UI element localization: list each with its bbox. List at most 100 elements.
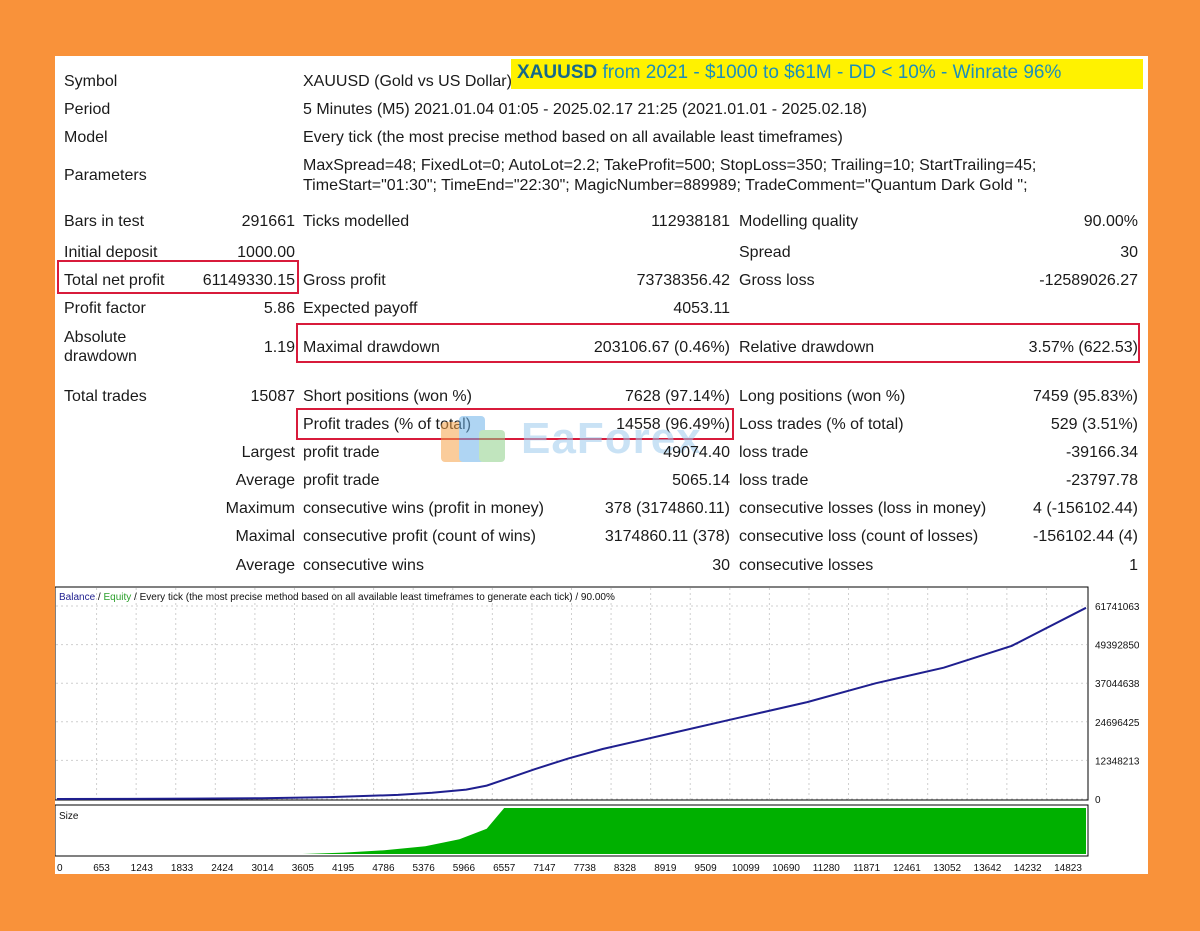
x-tick-label: 1833: [171, 863, 194, 874]
x-tick-label: 8328: [614, 863, 637, 874]
max-wins-value: 378 (3174860.11): [604, 500, 730, 517]
x-tick-label: 3014: [251, 863, 274, 874]
eaforex-watermark: EaForex: [435, 412, 775, 472]
avg-wins-label: consecutive wins: [303, 557, 424, 574]
x-tick-label: 13052: [933, 863, 961, 874]
profit-factor-value: 5.86: [263, 300, 295, 317]
quality-label: Modelling quality: [739, 213, 859, 230]
symbol-value: XAUUSD (Gold vs US Dollar): [303, 73, 512, 90]
x-tick-label: 4195: [332, 863, 355, 874]
y-tick-label: 24696425: [1095, 718, 1140, 729]
average-profit-label: profit trade: [303, 472, 380, 489]
report-card: XAUUSD from 2021 - $1000 to $61M - DD < …: [55, 56, 1148, 874]
abs-dd-label-2: drawdown: [64, 348, 137, 365]
maximal-profit-label: consecutive profit (count of wins): [303, 528, 536, 545]
largest-loss-value: -39166.34: [1065, 444, 1138, 461]
x-tick-label: 8919: [654, 863, 677, 874]
legend-equity: Equity: [103, 592, 131, 603]
x-tick-label: 4786: [372, 863, 395, 874]
legend-balance: Balance: [59, 592, 96, 603]
x-tick-label: 14823: [1054, 863, 1082, 874]
avg-wins-value: 30: [712, 557, 730, 574]
maximal-loss-value: -156102.44 (4): [1033, 528, 1138, 545]
banner-text: XAUUSD from 2021 - $1000 to $61M - DD < …: [517, 62, 1061, 84]
average-profit-value: 5065.14: [672, 472, 730, 489]
short-label: Short positions (won %): [303, 388, 472, 405]
net-profit-label: Total net profit: [64, 272, 165, 289]
x-tick-label: 2424: [211, 863, 234, 874]
y-tick-label: 61741063: [1095, 602, 1140, 613]
average-loss-value: -23797.78: [1065, 472, 1138, 489]
parameters-line-2: TimeStart="01:30"; TimeEnd="22:30"; Magi…: [303, 177, 1028, 194]
largest-profit-value: 49074.40: [663, 444, 730, 461]
y-tick-label: 0: [1095, 795, 1101, 806]
ticks-value: 112938181: [651, 213, 730, 230]
x-tick-label: 5966: [453, 863, 476, 874]
symbol-label: Symbol: [64, 73, 118, 90]
max-wins-label: consecutive wins (profit in money): [303, 500, 544, 517]
long-label: Long positions (won %): [739, 388, 906, 405]
eaforex-logo-icon: [441, 416, 505, 462]
x-tick-label: 10690: [772, 863, 800, 874]
short-value: 7628 (97.14%): [625, 388, 730, 405]
parameters-label: Parameters: [64, 167, 147, 184]
maximal-loss-label: consecutive loss (count of losses): [739, 528, 979, 545]
gross-loss-label: Gross loss: [739, 272, 815, 289]
average-label: Average: [235, 472, 295, 489]
x-tick-label: 7738: [574, 863, 597, 874]
y-tick-label: 12348213: [1095, 756, 1140, 767]
abs-dd-label-1: Absolute: [64, 329, 127, 346]
max-dd-label: Maximal drawdown: [303, 339, 440, 356]
maximal-label: Maximal: [235, 528, 295, 545]
average-loss-label: loss trade: [739, 472, 809, 489]
x-tick-label: 12461: [893, 863, 921, 874]
profit-factor-label: Profit factor: [64, 300, 146, 317]
spread-label: Spread: [739, 244, 791, 261]
rel-dd-value: 3.57% (622.53): [1028, 339, 1138, 356]
model-value: Every tick (the most precise method base…: [303, 129, 843, 146]
largest-profit-label: profit trade: [303, 444, 380, 461]
model-label: Model: [64, 129, 108, 146]
bars-label: Bars in test: [64, 213, 145, 230]
payoff-label: Expected payoff: [303, 300, 418, 317]
gross-loss-value: -12589026.27: [1039, 272, 1138, 289]
loss-trades-value: 529 (3.51%): [1050, 416, 1138, 433]
balance-chart: Balance / Equity / Every tick (the most …: [55, 584, 1148, 874]
chart-legend: Balance / Equity / Every tick (the most …: [59, 592, 615, 603]
net-profit-value: 61149330.15: [202, 272, 295, 289]
largest-loss-label: loss trade: [739, 444, 809, 461]
total-trades-value: 15087: [250, 388, 296, 405]
maximum-label: Maximum: [225, 500, 295, 517]
x-tick-label: 1243: [131, 863, 154, 874]
max-losses-value: 4 (-156102.44): [1033, 500, 1138, 517]
legend-rest: / Every tick (the most precise method ba…: [131, 592, 615, 603]
max-dd-value: 203106.67 (0.46%): [593, 339, 730, 356]
x-tick-label: 11871: [853, 863, 881, 874]
legend-sep: /: [95, 592, 103, 603]
y-tick-label: 37044638: [1095, 679, 1140, 690]
size-label: Size: [59, 811, 79, 822]
period-value: 5 Minutes (M5) 2021.01.04 01:05 - 2025.0…: [303, 101, 867, 118]
abs-dd-value: 1.19: [263, 339, 295, 356]
title-banner: XAUUSD from 2021 - $1000 to $61M - DD < …: [511, 59, 1143, 89]
banner-caption: from 2021 - $1000 to $61M - DD < 10% - W…: [602, 62, 1062, 83]
period-label: Period: [64, 101, 111, 118]
x-tick-label: 10099: [732, 863, 760, 874]
x-tick-label: 9509: [694, 863, 717, 874]
rel-dd-label: Relative drawdown: [739, 339, 875, 356]
x-tick-label: 0: [57, 863, 63, 874]
avg-consec-label: Average: [235, 557, 295, 574]
avg-losses-value: 1: [1129, 557, 1138, 574]
total-trades-label: Total trades: [64, 388, 147, 405]
x-tick-label: 6557: [493, 863, 516, 874]
y-axis-ticks: 61741063 49392850 37044638 24696425 12348213…: [1095, 602, 1140, 806]
payoff-value: 4053.11: [673, 300, 730, 317]
gross-profit-label: Gross profit: [303, 272, 386, 289]
parameters-line-1: MaxSpread=48; FixedLot=0; AutoLot=2.2; T…: [303, 157, 1037, 174]
x-tick-label: 13642: [974, 863, 1002, 874]
x-tick-label: 14232: [1014, 863, 1042, 874]
y-tick-label: 49392850: [1095, 641, 1140, 652]
x-tick-label: 5376: [413, 863, 436, 874]
chart-svg: Balance / Equity / Every tick (the most …: [55, 586, 1140, 874]
largest-label: Largest: [241, 444, 295, 461]
